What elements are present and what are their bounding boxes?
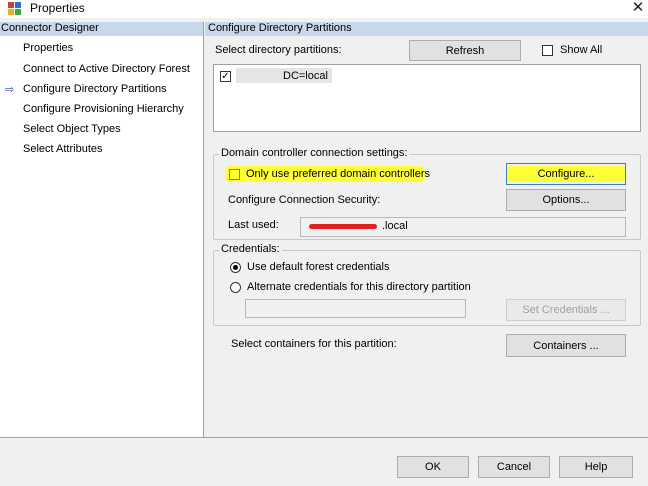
cancel-button[interactable]: Cancel <box>478 456 550 478</box>
containers-button[interactable]: Containers ... <box>506 334 626 357</box>
connection-security-label: Configure Connection Security: <box>228 194 381 206</box>
partition-checkbox[interactable]: ✓ <box>220 71 231 82</box>
connector-designer-panel: Connector Designer Properties Connect to… <box>0 22 204 437</box>
refresh-button[interactable]: Refresh <box>409 40 521 61</box>
connector-designer-header: Connector Designer <box>0 22 203 36</box>
alternate-credentials-field[interactable] <box>245 299 466 318</box>
window-title: Properties <box>30 1 85 15</box>
show-all-label: Show All <box>560 44 603 56</box>
connector-designer-title: Connector Designer <box>1 22 99 34</box>
selected-arrow-icon: ⇨ <box>5 84 15 96</box>
dc-settings-title: Domain controller connection settings: <box>219 147 410 159</box>
redaction-mark <box>309 224 377 229</box>
partitions-title: Configure Directory Partitions <box>208 22 352 34</box>
default-credentials-label: Use default forest credentials <box>247 261 390 273</box>
nav-item-configure-partitions[interactable]: Configure Directory Partitions <box>23 83 167 95</box>
last-used-label: Last used: <box>228 219 279 231</box>
ok-button[interactable]: OK <box>397 456 469 478</box>
close-icon[interactable]: ✕ <box>628 0 648 17</box>
credentials-title: Credentials: <box>219 243 282 255</box>
set-credentials-button[interactable]: Set Credentials ... <box>506 299 626 321</box>
alternate-credentials-label: Alternate credentials for this directory… <box>247 281 471 293</box>
alternate-credentials-radio[interactable] <box>230 282 241 293</box>
nav-item-connect-forest[interactable]: Connect to Active Directory Forest <box>23 63 190 75</box>
select-partitions-label: Select directory partitions: <box>215 44 342 56</box>
preferred-dc-checkbox[interactable] <box>229 169 240 180</box>
nav-item-provisioning-hierarchy[interactable]: Configure Provisioning Hierarchy <box>23 103 184 115</box>
options-button[interactable]: Options... <box>506 189 626 211</box>
title-bar: Properties ✕ <box>0 0 648 18</box>
last-used-value: .local <box>382 220 408 232</box>
help-button[interactable]: Help <box>559 456 633 478</box>
nav-item-attributes[interactable]: Select Attributes <box>23 143 103 155</box>
configure-button[interactable]: Configure... <box>506 163 626 185</box>
partitions-header: Configure Directory Partitions <box>205 22 648 36</box>
footer-bar <box>0 448 648 486</box>
nav-item-object-types[interactable]: Select Object Types <box>23 123 121 135</box>
preferred-dc-label: Only use preferred domain controllers <box>246 168 431 180</box>
containers-label: Select containers for this partition: <box>231 338 397 350</box>
default-credentials-radio[interactable] <box>230 262 241 273</box>
footer-divider <box>0 437 648 438</box>
show-all-checkbox[interactable] <box>542 45 553 56</box>
partition-name[interactable]: DC=local <box>283 70 328 82</box>
nav-item-properties[interactable]: Properties <box>23 42 73 54</box>
properties-app-icon <box>8 2 21 15</box>
